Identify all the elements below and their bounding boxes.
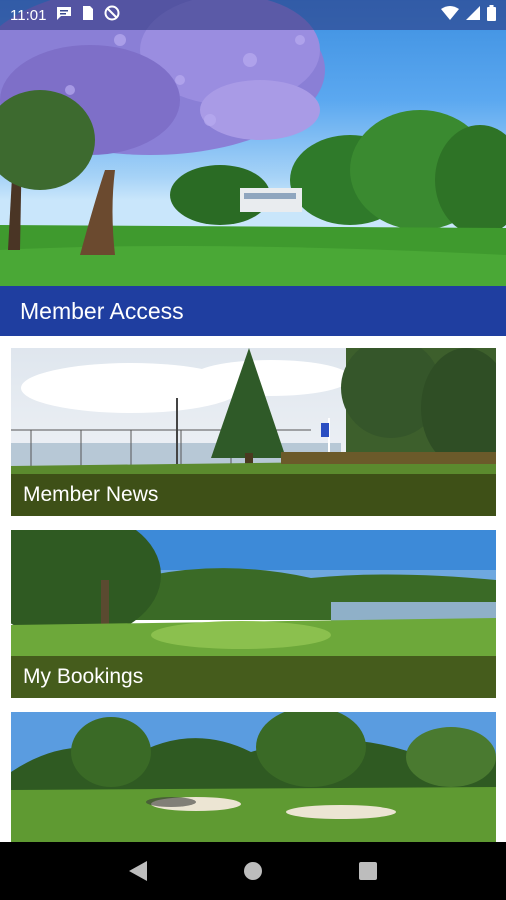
sim-card-icon (82, 5, 94, 25)
course-tile[interactable] (11, 712, 496, 842)
message-icon (56, 5, 72, 25)
member-news-tile[interactable]: Member News (11, 348, 496, 516)
page-title: Member Access (20, 297, 184, 324)
status-time: 11:01 (10, 6, 47, 24)
recents-icon[interactable] (353, 856, 383, 886)
back-icon[interactable] (123, 856, 153, 886)
hero-image (0, 0, 506, 286)
wifi-icon (441, 6, 459, 24)
member-news-label: Member News (23, 483, 159, 506)
member-access-header: Member Access (0, 286, 506, 336)
home-icon[interactable] (238, 856, 268, 886)
tile-label: Member News (11, 474, 496, 516)
navigation-bar (0, 842, 506, 900)
my-bookings-tile[interactable]: My Bookings (11, 530, 496, 698)
tile-label: My Bookings (11, 656, 496, 698)
my-bookings-label: My Bookings (23, 665, 144, 688)
signal-icon (466, 6, 480, 24)
do-not-disturb-icon (104, 5, 120, 25)
battery-icon (487, 5, 496, 25)
status-bar: 11:01 (0, 0, 506, 30)
